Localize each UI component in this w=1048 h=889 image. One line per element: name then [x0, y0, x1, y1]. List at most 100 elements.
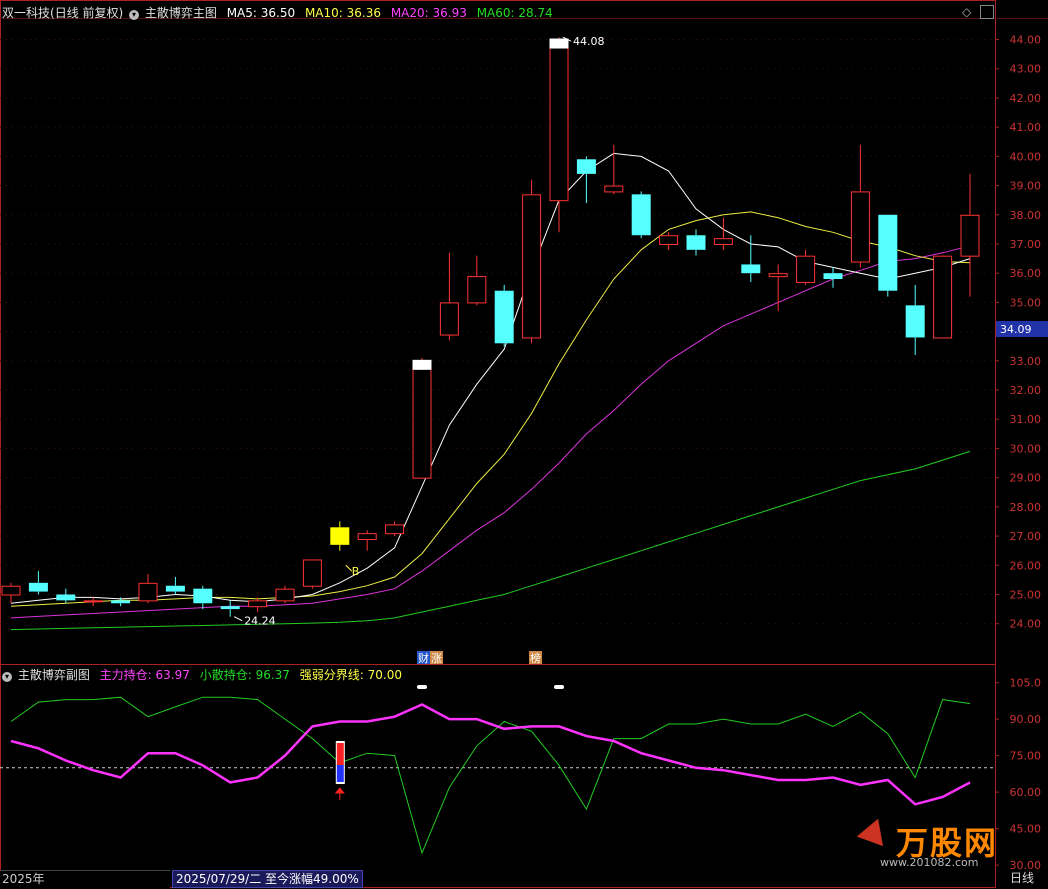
price-tick-label: 24.00: [1010, 618, 1042, 631]
candle: [933, 255, 953, 339]
chart-header: 双一科技(日线 前复权) ▾ 主散博弈主图 MA5: 36.50 MA10: 3…: [2, 5, 553, 21]
low-price-label: 24.24: [244, 615, 276, 628]
candle-body: [302, 559, 322, 587]
price-tick-label: 39.00: [1010, 180, 1042, 193]
price-tick-label: 25.00: [1010, 589, 1042, 602]
ma10-value: MA10: 36.36: [304, 6, 381, 20]
price-tick-label: 28.00: [1010, 501, 1042, 514]
limit-marker: [417, 685, 427, 689]
candle: [494, 284, 514, 347]
price-tick-label: 37.00: [1010, 238, 1042, 251]
candle-body: [933, 255, 953, 339]
candle: [302, 559, 322, 589]
price-tick-label: 38.00: [1010, 209, 1042, 222]
candle-body: [83, 600, 103, 603]
footer-left: 2025年: [0, 870, 170, 889]
candle-body: [522, 194, 542, 339]
current-price-label: 34.09: [1000, 323, 1032, 336]
watermark-site: www.201082.com: [880, 856, 979, 869]
ma60-value: MA60: 28.74: [476, 6, 553, 20]
candle-body: [275, 588, 295, 602]
signal-bar-red: [336, 743, 344, 765]
watermark-logo: 万股网 www.201082.com: [856, 813, 1020, 870]
event-badge-label: 榜: [530, 651, 541, 665]
candle-body: [713, 238, 733, 245]
signal-bar-blue: [336, 765, 344, 782]
stock-name[interactable]: 双一科技: [2, 6, 50, 20]
candle-body: [28, 582, 48, 592]
candle-body: [1, 585, 21, 596]
limit-marker: [554, 685, 564, 689]
candle: [412, 357, 432, 479]
dropdown-chevron-icon[interactable]: ▾: [129, 10, 140, 20]
candle-body: [850, 191, 870, 263]
price-tick-label: 29.00: [1010, 472, 1042, 485]
year-label: 2025年: [2, 872, 45, 886]
candle-body: [220, 606, 240, 610]
candle-body: [165, 585, 185, 592]
main-hold-value: 主力持仓: 63.97: [99, 668, 190, 682]
candle-body: [56, 594, 76, 601]
candle-body: [439, 302, 459, 336]
candle-body: [494, 290, 514, 344]
price-tick-label: 44.00: [1010, 34, 1042, 47]
candle-body: [905, 305, 925, 338]
sub-tick-label: 75.00: [1010, 750, 1042, 763]
high-price-label: 44.08: [573, 35, 605, 48]
candle-body: [604, 185, 624, 193]
candle-body: [631, 194, 651, 236]
price-tick-label: 31.00: [1010, 413, 1042, 426]
candle-body: [330, 527, 350, 545]
ma5-value: MA5: 36.50: [226, 6, 296, 20]
candle-body: [111, 600, 131, 604]
candle-body: [385, 524, 405, 535]
price-tick-label: 26.00: [1010, 559, 1042, 572]
price-tick-label: 41.00: [1010, 121, 1042, 134]
diamond-icon[interactable]: ◇: [962, 4, 971, 20]
panel-toggle-icon[interactable]: [980, 5, 994, 19]
candle-body: [823, 273, 843, 280]
sub-tick-label: 60.00: [1010, 786, 1042, 799]
candle-body: [412, 360, 432, 479]
price-tick-label: 36.00: [1010, 267, 1042, 280]
indicator-name[interactable]: 主散博弈主图: [145, 6, 217, 20]
event-badge-label: 涨: [431, 652, 442, 665]
candle-body: [796, 255, 816, 283]
sub-dropdown-icon[interactable]: ▾: [2, 672, 12, 682]
candle-body: [193, 588, 213, 604]
candle-body: [248, 600, 268, 608]
candle-body: [467, 276, 487, 304]
price-tick-label: 30.00: [1010, 442, 1042, 455]
status-text: 2025/07/29/二 至今涨幅49.00%: [176, 872, 359, 886]
sub-tick-label: 90.00: [1010, 713, 1042, 726]
candle-body: [686, 235, 706, 250]
candle-body: [960, 214, 980, 257]
candle: [631, 191, 651, 239]
price-tick-label: 33.00: [1010, 355, 1042, 368]
candle-body: [741, 264, 761, 274]
candle: [878, 214, 898, 297]
period-label[interactable]: 日线: [1010, 870, 1034, 886]
candle-body: [659, 235, 679, 245]
sub-indicator-name[interactable]: 主散博弈副图: [18, 668, 90, 682]
limit-up-marker: [412, 359, 432, 370]
sub-chart-header: ▾ 主散博弈副图 主力持仓: 63.97 小散持仓: 96.37 强弱分界线: …: [2, 667, 402, 683]
candle-body: [768, 273, 788, 278]
price-tick-label: 40.00: [1010, 150, 1042, 163]
candle-body: [138, 582, 158, 602]
candle-body: [878, 214, 898, 291]
stock-chart[interactable]: 44.08 24.24 B 财涨 榜 44.00 43.00 42.00 41.00 40.00…: [0, 0, 1048, 888]
period-mode[interactable]: (日线 前复权): [50, 6, 123, 20]
price-tick-label: 35.00: [1010, 296, 1042, 309]
retail-hold-value: 小散持仓: 96.37: [199, 668, 290, 682]
buy-signal-label: B: [352, 565, 360, 578]
threshold-value: 强弱分界线: 70.00: [299, 668, 402, 682]
price-tick-label: 42.00: [1010, 92, 1042, 105]
price-tick-label: 43.00: [1010, 63, 1042, 76]
price-tick-label: 27.00: [1010, 530, 1042, 543]
status-bar: 2025/07/29/二 至今涨幅49.00%: [172, 870, 363, 888]
ma20-value: MA20: 36.93: [390, 6, 467, 20]
candle: [522, 179, 542, 344]
limit-up-marker: [549, 38, 569, 49]
candle-body: [357, 533, 377, 541]
